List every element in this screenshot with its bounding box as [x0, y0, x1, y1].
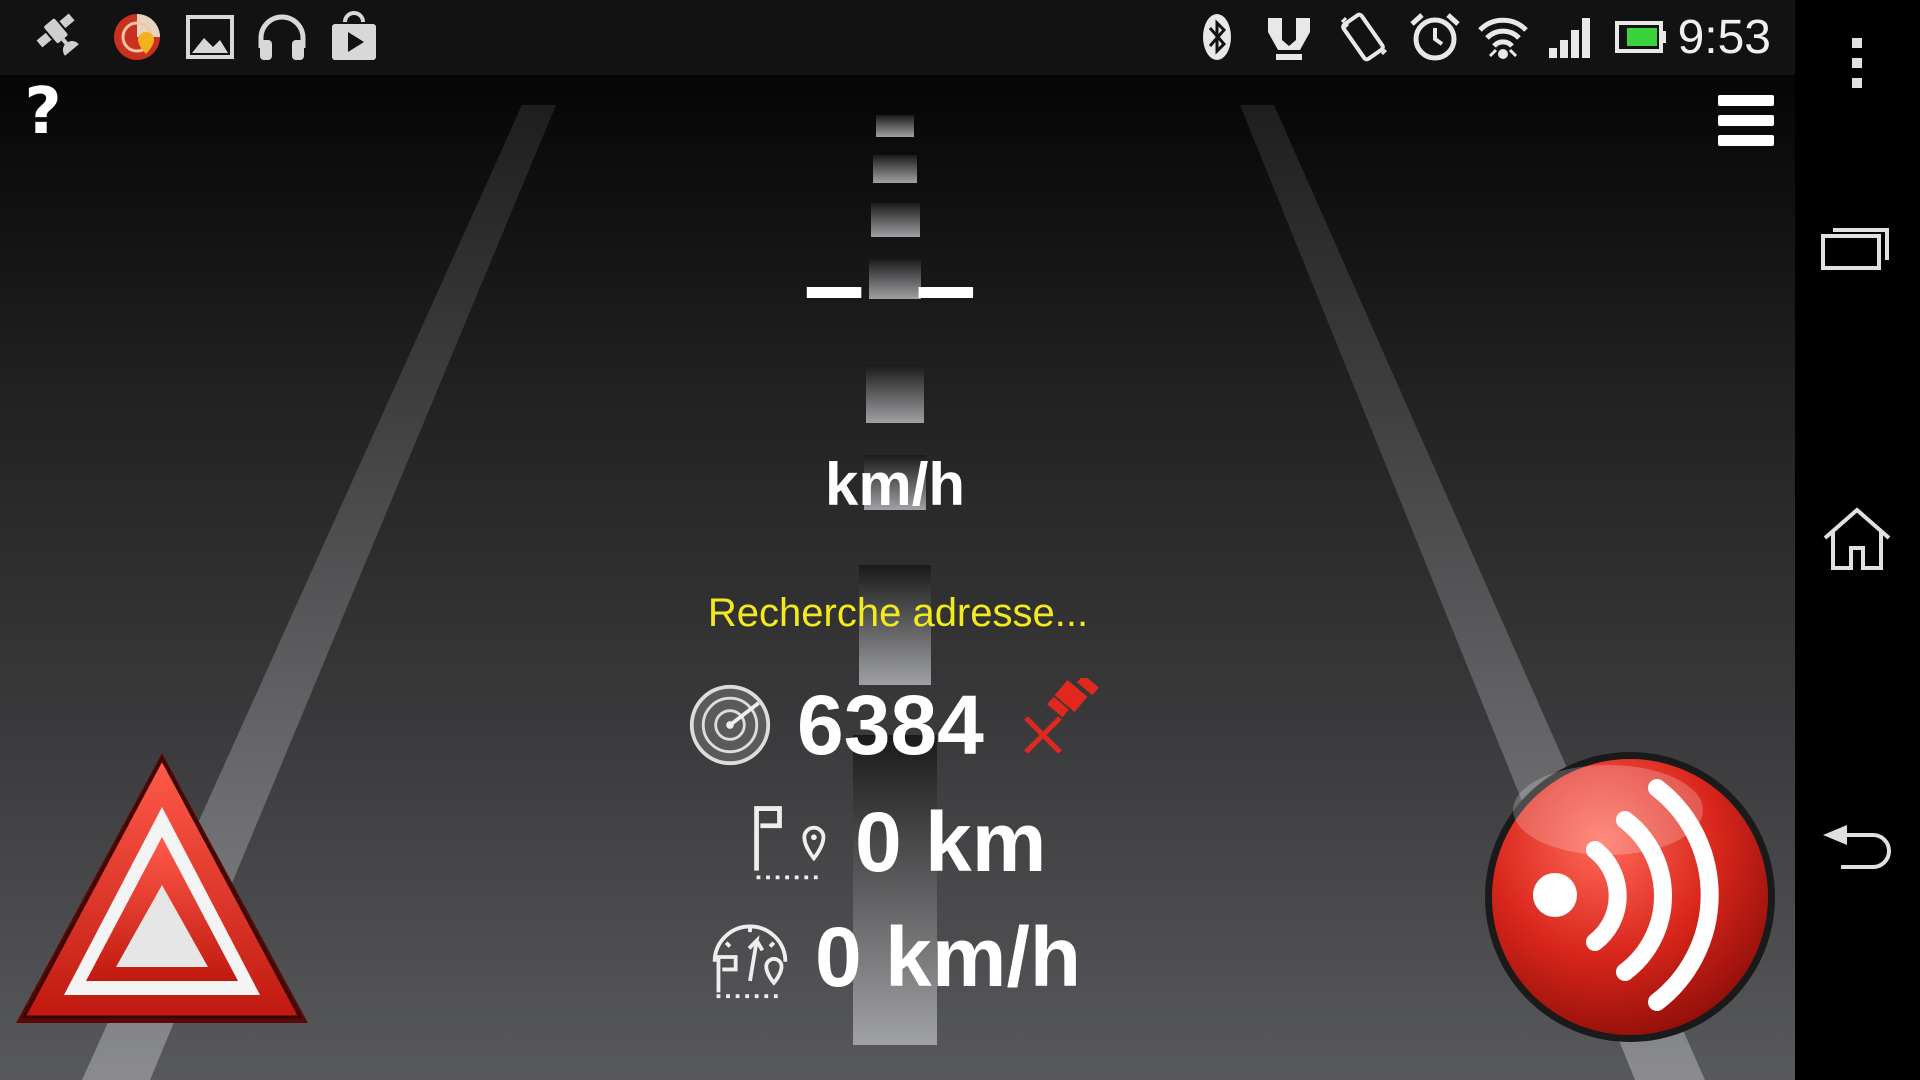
status-clock: 9:53 [1677, 11, 1771, 64]
navigation-bar [1795, 0, 1920, 1080]
back-icon [1823, 825, 1891, 869]
overflow-menu-button[interactable] [1817, 22, 1897, 102]
home-button[interactable] [1817, 500, 1897, 580]
help-button[interactable]: ? [18, 80, 68, 144]
battery-icon [1614, 10, 1668, 64]
report-alert-button[interactable] [1483, 750, 1778, 1045]
menu-bar-top [1718, 95, 1774, 106]
current-speed-value: – – [803, 223, 987, 346]
signal-icon [1544, 10, 1598, 64]
menu-button[interactable] [1718, 95, 1774, 147]
play-store-icon [327, 10, 381, 64]
status-bar: 9:53 [0, 0, 1795, 75]
address-status: Recherche adresse... [707, 591, 1089, 635]
menu-bar-bottom [1718, 135, 1774, 146]
trip-distance-row: 0 km [745, 797, 1046, 887]
overflow-menu-icon [1852, 38, 1862, 88]
back-button[interactable] [1817, 805, 1897, 885]
wifi-icon [1476, 10, 1530, 64]
vibrate-icon [1336, 10, 1390, 64]
bluetooth-icon [1190, 10, 1244, 64]
alarm-icon [1408, 10, 1462, 64]
average-speed: 0 km/h [815, 910, 1082, 1004]
average-speed-icon [705, 912, 795, 1002]
headphones-icon [255, 10, 309, 64]
radar-icon [685, 680, 775, 770]
radar-count: 6384 [797, 678, 984, 772]
gallery-icon [183, 10, 237, 64]
app-dashboard: ? – – km/h Recherche adresse... 6384 0 k… [0, 75, 1795, 1080]
satellite-icon [34, 10, 88, 64]
home-icon [1823, 507, 1891, 570]
current-speed-unit: km/h [824, 451, 966, 518]
trip-distance: 0 km [855, 795, 1047, 889]
recent-apps-button[interactable] [1817, 208, 1897, 288]
nfc-icon [1262, 10, 1316, 64]
menu-bar-middle [1718, 115, 1774, 126]
radar-app-icon [110, 10, 164, 64]
radar-count-row: 6384 [685, 680, 984, 770]
flag-location-icon [745, 797, 835, 887]
screen: 9:53 ? – – km/h Recherche adresse... 638… [0, 0, 1920, 1080]
average-speed-row: 0 km/h [705, 912, 1081, 1002]
hazard-warning-button[interactable] [10, 745, 315, 1030]
recent-apps-icon [1821, 228, 1889, 270]
gps-off-icon [1024, 678, 1099, 754]
